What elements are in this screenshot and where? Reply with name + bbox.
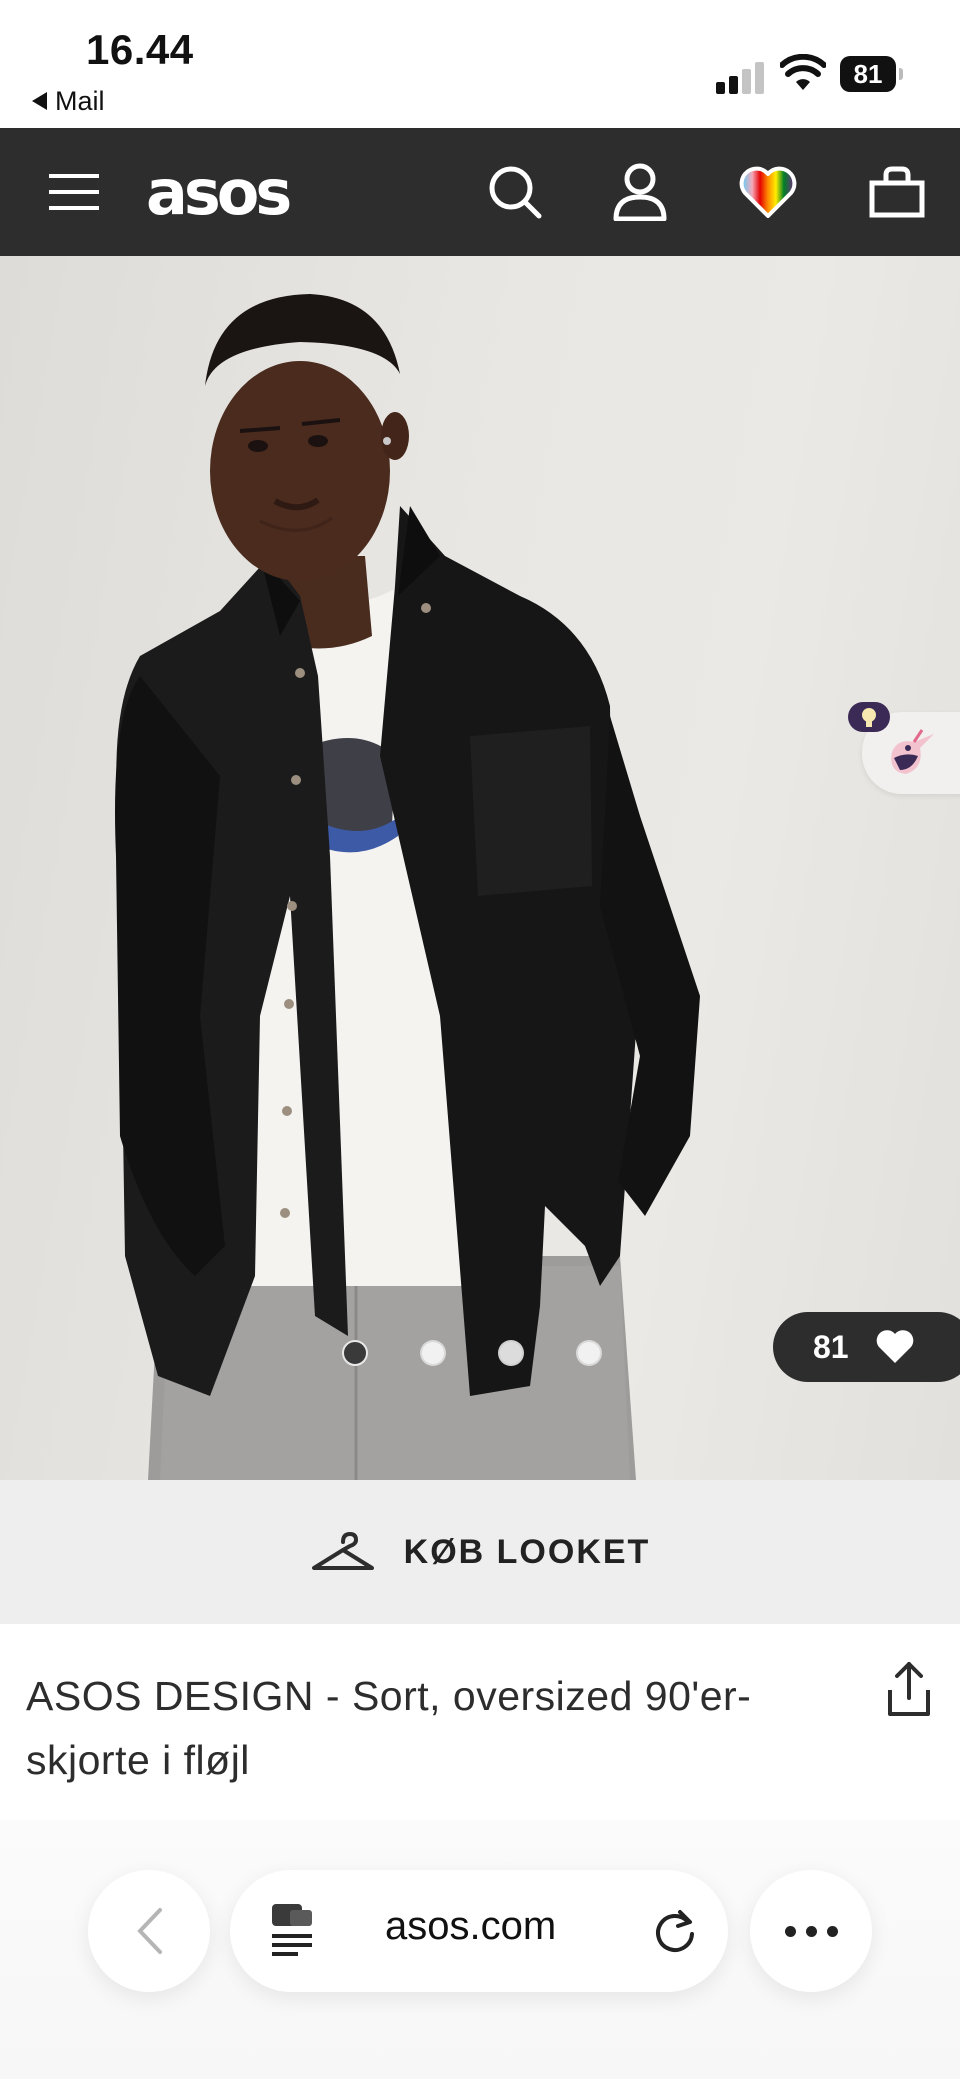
back-app-label: Mail — [55, 86, 105, 116]
reload-icon[interactable] — [650, 1906, 700, 1956]
status-time: 16.44 — [86, 26, 194, 73]
asos-logo[interactable]: asos — [146, 156, 292, 229]
buy-the-look-label: KØB LOOKET — [403, 1532, 651, 1571]
assistant-badge — [848, 702, 890, 732]
carousel-dot[interactable] — [342, 1340, 368, 1366]
back-to-app-link[interactable]: Mail — [32, 86, 105, 117]
like-count: 81 — [813, 1328, 849, 1365]
hanger-icon — [311, 1532, 374, 1570]
carousel-dot[interactable] — [498, 1340, 524, 1366]
product-title: ASOS DESIGN - Sort, oversized 90'er-skjo… — [26, 1673, 752, 1783]
carousel-dot[interactable] — [420, 1340, 446, 1366]
wifi-icon — [780, 54, 826, 90]
browser-back-button[interactable] — [88, 1870, 210, 1992]
heart-icon — [876, 1330, 913, 1363]
address-bar[interactable]: asos.com — [230, 1870, 728, 1992]
account-icon[interactable] — [605, 128, 675, 256]
carousel-dot[interactable] — [576, 1340, 602, 1366]
lightbulb-icon — [862, 708, 876, 727]
chevron-left-icon — [137, 1908, 162, 1954]
bag-icon[interactable] — [862, 128, 932, 256]
buy-the-look-button[interactable]: KØB LOOKET — [0, 1480, 960, 1624]
more-icon — [784, 1925, 838, 1937]
product-photo — [115, 294, 700, 1480]
cellular-signal-icon — [716, 60, 766, 94]
site-header: asos — [0, 128, 960, 256]
carousel-dots — [342, 1340, 602, 1366]
menu-icon[interactable] — [44, 128, 104, 256]
back-triangle-icon — [32, 91, 47, 110]
product-image-carousel[interactable]: 81 — [0, 256, 960, 1480]
save-item-button[interactable]: 81 — [773, 1312, 960, 1382]
battery-level: 81 — [840, 56, 896, 92]
saved-heart-icon[interactable] — [733, 128, 803, 256]
more-options-button[interactable] — [750, 1870, 872, 1992]
battery-icon: 81 — [840, 56, 903, 94]
reader-mode-icon — [272, 1904, 312, 1956]
url-text: asos.com — [385, 1904, 557, 1948]
share-icon[interactable] — [884, 1660, 934, 1720]
search-icon[interactable] — [480, 128, 550, 256]
status-bar: 16.44 Mail 81 — [0, 0, 960, 128]
